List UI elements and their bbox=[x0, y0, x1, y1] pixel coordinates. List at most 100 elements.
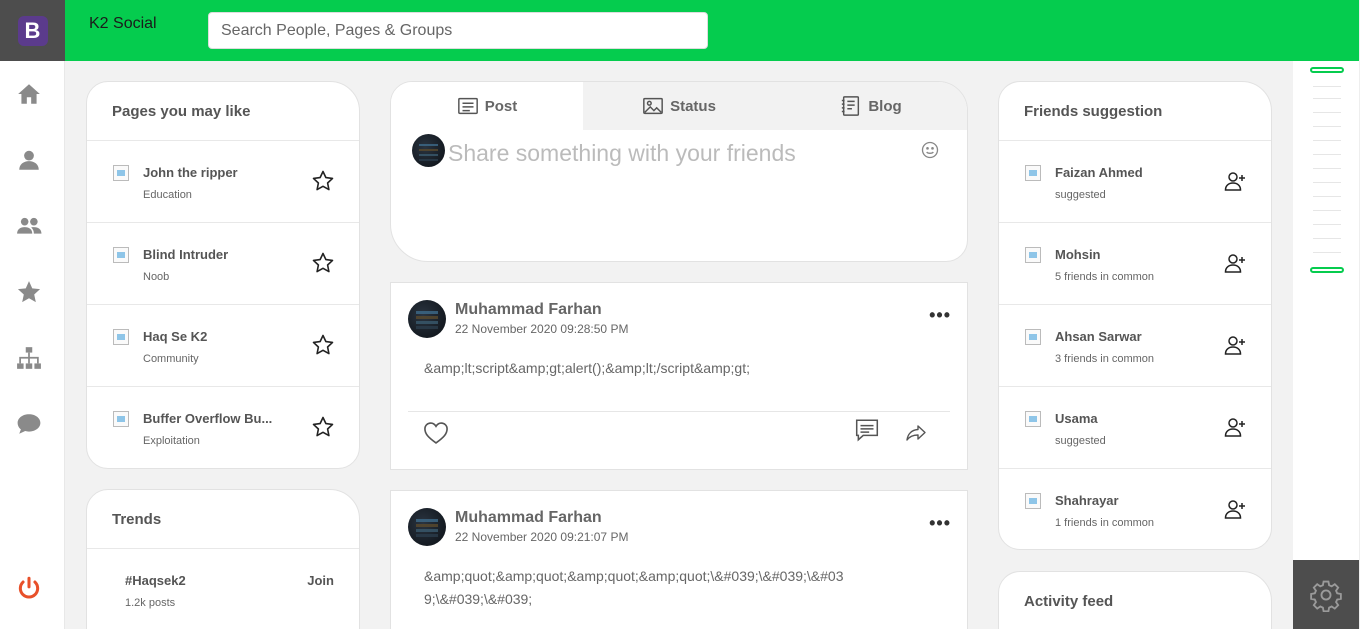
page-image bbox=[113, 247, 129, 263]
friend-name[interactable]: Faizan Ahmed bbox=[1055, 165, 1143, 180]
pages-card: Pages you may like John the ripper Educa… bbox=[86, 81, 360, 469]
tab-status-label: Status bbox=[670, 97, 716, 115]
page-category: Noob bbox=[143, 271, 170, 283]
gear-icon bbox=[1310, 580, 1342, 612]
home-icon[interactable] bbox=[16, 81, 42, 107]
chat-icon[interactable] bbox=[16, 411, 42, 437]
tab-post[interactable]: Post bbox=[391, 82, 583, 130]
page-name[interactable]: John the ripper bbox=[143, 165, 238, 180]
heart-icon[interactable] bbox=[422, 419, 450, 445]
activity-card-title: Activity feed bbox=[1024, 593, 1114, 610]
star-outline-icon[interactable] bbox=[311, 251, 335, 275]
tick bbox=[1313, 98, 1341, 99]
top-header: K2 Social bbox=[65, 0, 1359, 61]
friend-name[interactable]: Ahsan Sarwar bbox=[1055, 329, 1142, 344]
friend-name[interactable]: Shahrayar bbox=[1055, 493, 1119, 508]
friends-card: Friends suggestion Faizan Ahmed suggeste… bbox=[998, 81, 1272, 550]
friend-info: 1 friends in common bbox=[1055, 517, 1155, 529]
brand-letter: B bbox=[17, 15, 48, 46]
user-icon[interactable] bbox=[16, 147, 42, 173]
friends-card-title: Friends suggestion bbox=[999, 82, 1271, 141]
post-body-line-2: 9;\&#039;\&#039; bbox=[424, 591, 533, 607]
post-card: Muhammad Farhan 22 November 2020 09:21:0… bbox=[390, 490, 968, 629]
post-author[interactable]: Muhammad Farhan bbox=[455, 509, 602, 527]
scroll-marker-bottom[interactable] bbox=[1310, 267, 1344, 273]
sitemap-icon[interactable] bbox=[16, 345, 42, 371]
scroll-marker-top[interactable] bbox=[1310, 67, 1344, 73]
author-avatar[interactable] bbox=[408, 300, 446, 338]
post-body-line-1: &amp;quot;&amp;quot;&amp;quot;&amp;quot;… bbox=[424, 568, 844, 584]
power-icon[interactable] bbox=[16, 575, 42, 601]
tick bbox=[1313, 196, 1341, 197]
friend-name[interactable]: Mohsin bbox=[1055, 247, 1101, 262]
friend-name[interactable]: Usama bbox=[1055, 411, 1098, 426]
friend-image bbox=[1025, 247, 1041, 263]
friend-info: 3 friends in common bbox=[1055, 353, 1155, 365]
trends-card-title: Trends bbox=[87, 490, 359, 549]
post-card: Muhammad Farhan 22 November 2020 09:28:5… bbox=[390, 282, 968, 470]
post-author[interactable]: Muhammad Farhan bbox=[455, 301, 602, 319]
trend-item: #Haqsek2 1.2k posts Join bbox=[87, 549, 359, 629]
comment-icon[interactable] bbox=[854, 417, 880, 443]
page-scrollbar[interactable] bbox=[1359, 0, 1366, 629]
brand-logo[interactable]: B bbox=[0, 0, 65, 61]
star-outline-icon[interactable] bbox=[311, 169, 335, 193]
tab-post-label: Post bbox=[484, 97, 518, 115]
join-button[interactable]: Join bbox=[307, 573, 334, 588]
trends-card: Trends #Haqsek2 1.2k posts Join bbox=[86, 489, 360, 629]
tab-status[interactable]: Status bbox=[583, 82, 775, 130]
page-name[interactable]: Buffer Overflow Bu... bbox=[143, 411, 272, 426]
list-item: Usama suggested bbox=[999, 387, 1271, 469]
right-scroll-panel bbox=[1293, 61, 1359, 560]
friend-info: suggested bbox=[1055, 189, 1106, 201]
tick bbox=[1313, 140, 1341, 141]
share-icon[interactable] bbox=[904, 421, 928, 443]
add-friend-icon[interactable] bbox=[1223, 169, 1247, 193]
add-friend-icon[interactable] bbox=[1223, 497, 1247, 521]
tab-blog[interactable]: Blog bbox=[775, 82, 967, 130]
trend-posts: 1.2k posts bbox=[125, 597, 176, 609]
list-item: Blind Intruder Noob bbox=[87, 223, 359, 305]
friend-image bbox=[1025, 165, 1041, 181]
friend-image bbox=[1025, 329, 1041, 345]
star-outline-icon[interactable] bbox=[311, 415, 335, 439]
post-icon bbox=[457, 97, 478, 115]
page-name[interactable]: Haq Se K2 bbox=[143, 329, 207, 344]
pages-card-title: Pages you may like bbox=[87, 82, 359, 141]
friend-image bbox=[1025, 493, 1041, 509]
add-friend-icon[interactable] bbox=[1223, 333, 1247, 357]
users-icon[interactable] bbox=[16, 213, 42, 239]
post-composer: Post Status Blog Share something with yo… bbox=[390, 81, 968, 262]
star-icon[interactable] bbox=[16, 279, 42, 305]
tick bbox=[1313, 168, 1341, 169]
list-item: Buffer Overflow Bu... Exploitation bbox=[87, 387, 359, 469]
divider bbox=[408, 411, 950, 412]
author-avatar[interactable] bbox=[408, 508, 446, 546]
post-timestamp: 22 November 2020 09:21:07 PM bbox=[455, 530, 629, 544]
page-name[interactable]: Blind Intruder bbox=[143, 247, 228, 262]
emoji-icon[interactable] bbox=[920, 140, 940, 160]
app-title: K2 Social bbox=[89, 15, 157, 32]
composer-input[interactable]: Share something with your friends bbox=[448, 140, 796, 167]
tick bbox=[1313, 86, 1341, 87]
settings-button[interactable] bbox=[1293, 560, 1359, 629]
activity-card: Activity feed bbox=[998, 571, 1272, 629]
page-image bbox=[113, 329, 129, 345]
more-options-icon[interactable]: ••• bbox=[929, 305, 951, 326]
tick bbox=[1313, 154, 1341, 155]
more-options-icon[interactable]: ••• bbox=[929, 513, 951, 534]
page-category: Exploitation bbox=[143, 435, 200, 447]
left-nav: B bbox=[0, 0, 65, 629]
add-friend-icon[interactable] bbox=[1223, 251, 1247, 275]
add-friend-icon[interactable] bbox=[1223, 415, 1247, 439]
star-outline-icon[interactable] bbox=[311, 333, 335, 357]
search-input[interactable] bbox=[208, 12, 708, 49]
list-item: Ahsan Sarwar 3 friends in common bbox=[999, 305, 1271, 387]
tab-blog-label: Blog bbox=[868, 97, 902, 115]
avatar bbox=[412, 134, 445, 167]
list-item: Faizan Ahmed suggested bbox=[999, 141, 1271, 223]
trend-tag[interactable]: #Haqsek2 bbox=[125, 573, 186, 588]
page-image bbox=[113, 411, 129, 427]
page-category: Education bbox=[143, 189, 192, 201]
list-item: Haq Se K2 Community bbox=[87, 305, 359, 387]
